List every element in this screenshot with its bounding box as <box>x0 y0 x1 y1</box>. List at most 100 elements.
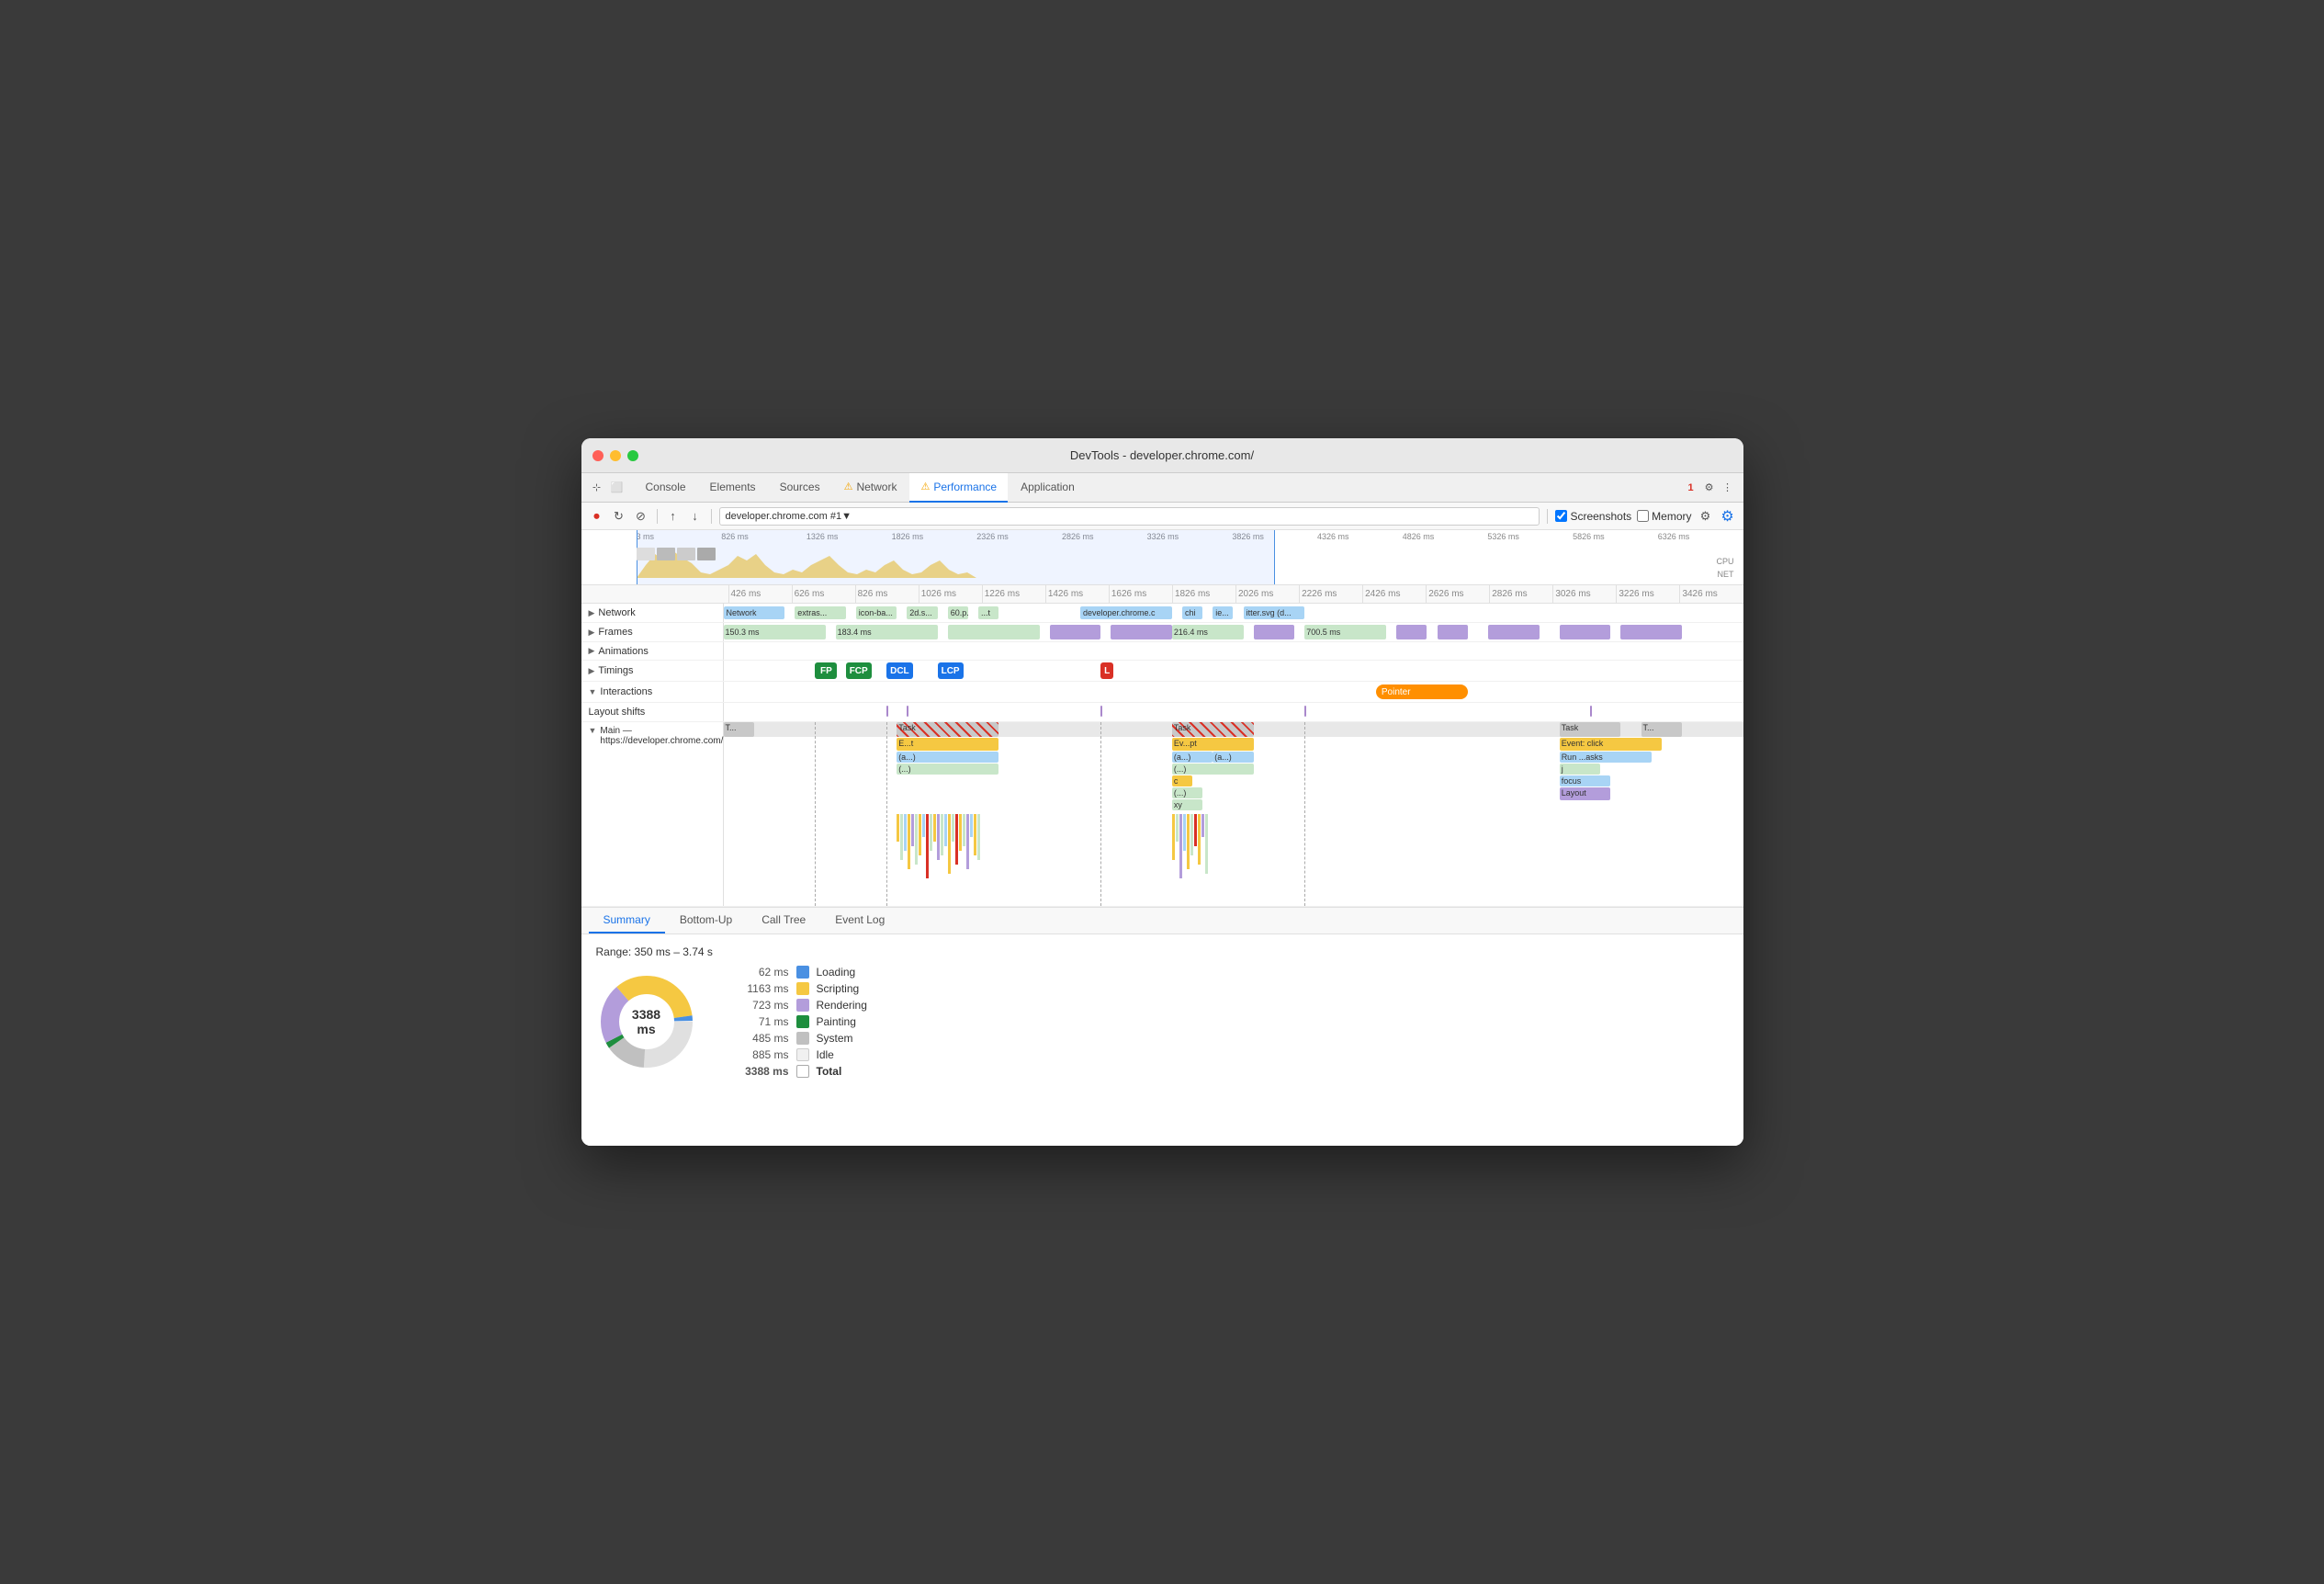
frame-150: 150.3 ms <box>724 625 826 639</box>
vline-dashed-3 <box>1100 722 1101 906</box>
legend-scripting-value: 1163 ms <box>734 982 789 995</box>
titlebar: DevTools - developer.chrome.com/ <box>581 438 1743 473</box>
animations-track-label[interactable]: ▶ Animations <box>581 642 724 660</box>
expand-frames[interactable]: ▶ <box>589 628 595 638</box>
tab-network[interactable]: ⚠ Network <box>833 473 908 503</box>
tab-summary[interactable]: Summary <box>589 908 665 933</box>
layoutshifts-track-row: Layout shifts <box>581 703 1743 722</box>
minimap-label-5826: 5826 ms <box>1573 532 1658 541</box>
minimize-button[interactable] <box>610 450 621 461</box>
tab-call-tree[interactable]: Call Tree <box>747 908 820 933</box>
tab-console[interactable]: Console <box>635 473 697 503</box>
frame-13 <box>1620 625 1682 639</box>
time-mark-2026: 2026 ms <box>1235 585 1299 603</box>
task-main4: Task <box>1560 722 1621 737</box>
legend-system: 485 ms System <box>734 1032 867 1045</box>
interactions-track-content: Pointer <box>724 682 1743 702</box>
task-eventclick: Event: click <box>1560 738 1662 751</box>
dock-icon[interactable]: ⬜ <box>609 480 626 496</box>
frames-track-label[interactable]: ▶ Frames <box>581 623 724 641</box>
legend-rendering-value: 723 ms <box>734 999 789 1012</box>
timing-l: L <box>1100 662 1113 679</box>
network-track-label[interactable]: ▶ Network <box>581 604 724 622</box>
cursor-icon[interactable]: ⊹ <box>589 480 605 496</box>
expand-interactions[interactable]: ▼ <box>589 687 597 696</box>
legend-scripting-name: Scripting <box>817 982 860 995</box>
tab-elements[interactable]: Elements <box>699 473 767 503</box>
frame-5 <box>1111 625 1172 639</box>
time-mark-2226: 2226 ms <box>1299 585 1362 603</box>
task-a3: (a...) <box>1213 752 1253 763</box>
net-pill-extras: extras... <box>795 606 846 619</box>
download-button[interactable]: ↓ <box>687 508 704 525</box>
screenshots-strip <box>637 547 1734 561</box>
time-mark-3026: 3026 ms <box>1552 585 1616 603</box>
task-a2: (a...) <box>1172 752 1213 763</box>
expand-network[interactable]: ▶ <box>589 608 595 618</box>
refresh-button[interactable]: ↻ <box>611 508 627 525</box>
legend-system-value: 485 ms <box>734 1032 789 1045</box>
frame-4 <box>1050 625 1101 639</box>
minimap[interactable]: 3 ms 826 ms 1326 ms 1826 ms 2326 ms 2826… <box>581 530 1743 585</box>
interactions-track-row: ▼ Interactions Pointer <box>581 682 1743 703</box>
frames-track-content: 150.3 ms 183.4 ms 216.4 ms 700.5 ms <box>724 623 1743 641</box>
interaction-pointer: Pointer <box>1376 685 1468 699</box>
main-track-label[interactable]: ▼ Main — https://developer.chrome.com/ <box>581 722 724 906</box>
time-mark-2626: 2626 ms <box>1426 585 1489 603</box>
maximize-button[interactable] <box>627 450 638 461</box>
time-marks: 426 ms 626 ms 826 ms 1026 ms 1226 ms 142… <box>728 585 1743 603</box>
network-track-content: Network extras... icon-ba... 2d.s... 60.… <box>724 604 1743 622</box>
devtools-body: ⊹ ⬜ Console Elements Sources ⚠ Network ⚠… <box>581 473 1743 1146</box>
layoutshifts-track-content <box>724 703 1743 721</box>
tab-event-log[interactable]: Event Log <box>820 908 899 933</box>
net-pill-chi: chi <box>1182 606 1202 619</box>
shift-5 <box>1590 706 1592 717</box>
legend-rendering-name: Rendering <box>817 999 867 1012</box>
expand-timings[interactable]: ▶ <box>589 666 595 676</box>
network-track-row: ▶ Network Network extras... icon-ba... 2… <box>581 604 1743 623</box>
gear-icon[interactable]: ⚙ <box>1698 508 1714 525</box>
settings-btn[interactable]: ⚙ <box>1720 508 1736 525</box>
expand-main[interactable]: ▼ <box>589 726 597 735</box>
frame-183: 183.4 ms <box>836 625 938 639</box>
timing-fp: FP <box>815 662 837 679</box>
task-focus: focus <box>1560 775 1611 786</box>
legend-painting: 71 ms Painting <box>734 1015 867 1028</box>
timing-lcp: LCP <box>938 662 964 679</box>
expand-animations[interactable]: ▶ <box>589 646 595 656</box>
minimap-label-5326: 5326 ms <box>1487 532 1573 541</box>
frame-11 <box>1488 625 1540 639</box>
task-t1: T... <box>724 722 754 737</box>
frame-10 <box>1438 625 1468 639</box>
time-mark-2426: 2426 ms <box>1362 585 1426 603</box>
memory-toggle[interactable]: Memory <box>1637 510 1691 523</box>
legend-loading-name: Loading <box>817 966 856 979</box>
timings-track-row: ▶ Timings FP FCP DCL LCP L <box>581 661 1743 682</box>
clear-button[interactable]: ⊘ <box>633 508 649 525</box>
close-button[interactable] <box>592 450 604 461</box>
timings-track-label[interactable]: ▶ Timings <box>581 661 724 681</box>
tab-performance[interactable]: ⚠ Performance <box>909 473 1008 503</box>
net-pill-itter: itter.svg (d... <box>1244 606 1305 619</box>
tab-bottom-up[interactable]: Bottom-Up <box>665 908 747 933</box>
settings-icon[interactable]: ⚙ <box>1701 480 1718 496</box>
tab-application[interactable]: Application <box>1010 473 1086 503</box>
legend-painting-value: 71 ms <box>734 1015 789 1028</box>
screenshots-toggle[interactable]: Screenshots <box>1555 510 1631 523</box>
network-warn-icon: ⚠ <box>844 481 853 492</box>
interactions-track-label[interactable]: ▼ Interactions <box>581 682 724 702</box>
shift-2 <box>907 706 908 717</box>
record-button[interactable]: ⏺ <box>589 508 605 525</box>
tracks[interactable]: ▶ Network Network extras... icon-ba... 2… <box>581 604 1743 907</box>
more-icon[interactable]: ⋮ <box>1720 480 1736 496</box>
task-j: j <box>1560 764 1600 775</box>
task-c: c <box>1172 775 1192 786</box>
summary-content: 3388 ms 62 ms Loading 1163 ms Scripting <box>596 966 1729 1078</box>
time-mark-1626: 1626 ms <box>1109 585 1172 603</box>
notification-icon[interactable]: 1 <box>1683 480 1699 496</box>
task-dotdot3: (...) <box>1172 787 1202 798</box>
tab-sources[interactable]: Sources <box>769 473 831 503</box>
net-pill-t: ...t <box>978 606 998 619</box>
legend-painting-name: Painting <box>817 1015 856 1028</box>
upload-button[interactable]: ↑ <box>665 508 682 525</box>
